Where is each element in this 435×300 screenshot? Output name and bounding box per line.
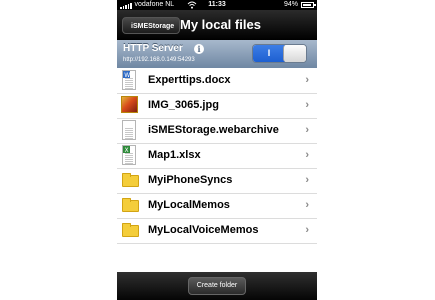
file-row[interactable]: MyLocalVoiceMemos ›	[117, 218, 317, 244]
chevron-right-icon: ›	[305, 174, 309, 186]
file-name: MyiPhoneSyncs	[148, 174, 233, 186]
file-row[interactable]: IMG_3065.jpg ›	[117, 93, 317, 119]
chevron-right-icon: ›	[305, 99, 309, 111]
server-toggle[interactable]: I	[252, 44, 307, 63]
file-row[interactable]: X Map1.xlsx ›	[117, 143, 317, 169]
toggle-on-label: I	[253, 45, 285, 62]
http-server-bar: HTTP Server i http://192.168.0.149:54293…	[117, 40, 317, 69]
chevron-right-icon: ›	[305, 149, 309, 161]
info-icon[interactable]: i	[194, 44, 204, 54]
folder-icon	[120, 169, 139, 191]
image-file-icon	[120, 94, 138, 116]
file-name: Experttips.docx	[148, 74, 231, 86]
webarchive-file-icon	[120, 119, 138, 141]
docx-file-icon: W	[120, 69, 138, 91]
file-row[interactable]: iSMEStorage.webarchive ›	[117, 118, 317, 144]
file-name: Map1.xlsx	[148, 149, 201, 161]
chevron-right-icon: ›	[305, 199, 309, 211]
server-title: HTTP Server	[123, 43, 183, 54]
file-list: W Experttips.docx › IMG_3065.jpg › iSMEStorag…	[117, 68, 317, 272]
chevron-right-icon: ›	[305, 74, 309, 86]
file-name: MyLocalMemos	[148, 199, 230, 211]
folder-icon	[120, 194, 139, 216]
file-name: iSMEStorage.webarchive	[148, 124, 279, 136]
back-button[interactable]: iSMEStorage	[122, 17, 181, 34]
file-row[interactable]: MyLocalMemos ›	[117, 193, 317, 219]
battery-percent: 94%	[283, 1, 298, 8]
chevron-right-icon: ›	[305, 224, 309, 236]
folder-icon	[120, 219, 139, 241]
create-folder-button[interactable]: Create folder	[188, 277, 246, 295]
battery-icon	[301, 2, 316, 8]
navigation-bar: iSMEStorage My local files	[117, 10, 317, 40]
file-name: IMG_3065.jpg	[148, 99, 219, 111]
file-name: MyLocalVoiceMemos	[148, 224, 259, 236]
file-row[interactable]: W Experttips.docx ›	[117, 68, 317, 94]
status-bar: vodafone NL 11:33 94%	[117, 0, 317, 10]
battery-fill	[303, 4, 311, 6]
battery-info: 94%	[283, 0, 316, 10]
chevron-right-icon: ›	[305, 124, 309, 136]
file-row[interactable]: MyiPhoneSyncs ›	[117, 168, 317, 194]
toggle-knob[interactable]	[283, 45, 306, 62]
server-url: http://192.168.0.149:54293	[123, 57, 195, 63]
svg-text:W: W	[124, 72, 130, 78]
phone-screen: vodafone NL 11:33 94% iSMEStorage My loc…	[117, 0, 317, 300]
bottom-toolbar: Create folder	[117, 272, 317, 300]
xlsx-file-icon: X	[120, 144, 138, 166]
svg-text:X: X	[125, 147, 129, 153]
page-title: My local files	[180, 17, 261, 32]
